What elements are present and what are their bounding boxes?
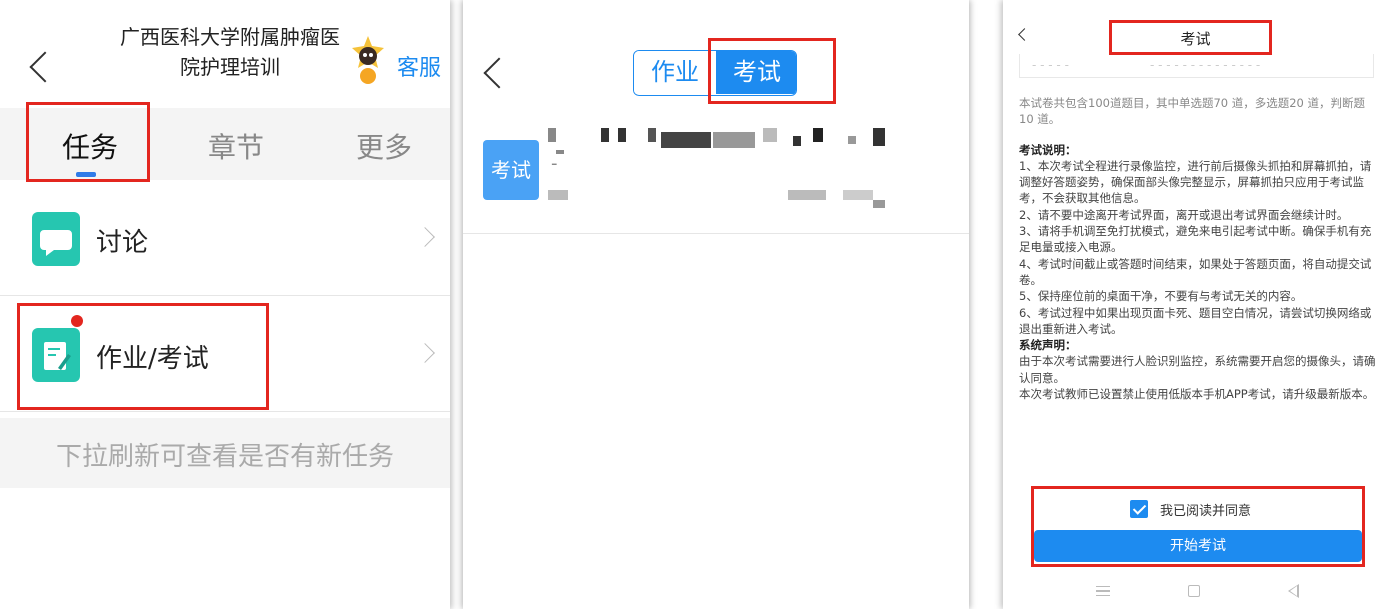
redacted-info-row: - - - - -- - - - - - - - - - - - - - [1019, 54, 1374, 78]
list-item-label: 讨论 [96, 228, 149, 258]
note-item: 4、考试时间截止或答题时间结束，如果处于答题页面，将自动提交试卷。 [1019, 256, 1372, 287]
course-panel: 广西医科大学附属肿瘤医院护理培训 客服 任务 章节 更多 讨论 作业/考试 下拉… [0, 0, 450, 609]
agree-label: 我已阅读并同意 [1160, 504, 1252, 519]
refresh-hint-area: 下拉刷新可查看是否有新任务 [0, 418, 450, 488]
notes-heading: 考试说明： [1019, 142, 1077, 157]
page-title: 考试 [1180, 30, 1211, 48]
active-tab-indicator [76, 172, 96, 177]
customer-service-link[interactable]: 客服 [397, 50, 441, 82]
tab-bar: 任务 章节 更多 [0, 108, 450, 180]
exam-detail-panel: 考试 - - - - -- - - - - - - - - - - - - - … [1003, 0, 1388, 609]
exam-item-dash: - [551, 153, 558, 174]
start-exam-button[interactable]: 开始考试 [1034, 530, 1362, 562]
agree-checkbox[interactable] [1130, 500, 1148, 518]
course-header: 广西医科大学附属肿瘤医院护理培训 客服 [0, 0, 450, 108]
statement-item: 由于本次考试需要进行人脸识别监控，系统需要开启您的摄像头，请确认同意。 [1019, 354, 1376, 385]
tab-tasks[interactable]: 任务 [62, 126, 118, 166]
list-item-homework-exam[interactable]: 作业/考试 [0, 300, 450, 412]
system-nav-bar [1003, 580, 1388, 609]
course-title: 广西医科大学附属肿瘤医院护理培训 [120, 25, 340, 79]
exam-instructions: 本试卷共包含100道题目，其中单选题70 道，多选题20 道，判断题10 道。 … [1019, 95, 1377, 402]
divider [463, 233, 969, 234]
list-item-discussion[interactable]: 讨论 [0, 184, 450, 296]
nav-back-icon[interactable] [1288, 584, 1299, 598]
note-item: 3、请将手机调至免打扰模式，避免来电引起考试中断。确保手机有充足电量或接入电源。 [1019, 224, 1372, 255]
segment-exam[interactable]: 考试 [716, 51, 796, 94]
mascot-icon [352, 36, 384, 84]
notification-dot [71, 315, 83, 327]
note-item: 1、本次考试全程进行录像监控，进行前后摄像头抓拍和屏幕抓拍，请调整好答题姿势，确… [1019, 158, 1372, 206]
note-item: 6、考试过程中如果出现页面卡死、题目空白情况，请尝试切换网络或退出重新进入考试。 [1019, 305, 1372, 336]
chat-icon [32, 212, 80, 266]
exam-type-badge: 考试 [483, 140, 539, 200]
exam-intro: 本试卷共包含100道题目，其中单选题70 道，多选题20 道，判断题10 道。 [1019, 96, 1366, 127]
refresh-hint: 下拉刷新可查看是否有新任务 [55, 442, 394, 472]
back-icon[interactable] [29, 51, 61, 83]
tab-chapters[interactable]: 章节 [208, 126, 264, 166]
segment-homework[interactable]: 作业 [634, 51, 716, 94]
statement-heading: 系统声明： [1019, 338, 1077, 353]
chevron-right-icon [415, 227, 435, 247]
back-icon[interactable] [483, 57, 515, 89]
exam-list-panel: 作业 考试 考试 - [463, 0, 969, 609]
statement-item: 本次考试教师已设置禁止使用低版本手机APP考试，请升级最新版本。 [1019, 387, 1375, 402]
home-icon[interactable] [1188, 585, 1200, 597]
segment-control: 作业 考试 [633, 50, 797, 96]
chevron-right-icon [415, 343, 435, 363]
tab-more[interactable]: 更多 [356, 126, 412, 166]
menu-icon[interactable] [1096, 586, 1110, 596]
note-item: 5、保持座位前的桌面干净，不要有与考试无关的内容。 [1019, 289, 1303, 304]
list-item-label: 作业/考试 [96, 344, 209, 374]
note-item: 2、请不要中途离开考试界面，离开或退出考试界面会继续计时。 [1019, 207, 1349, 222]
edit-icon [32, 328, 80, 382]
